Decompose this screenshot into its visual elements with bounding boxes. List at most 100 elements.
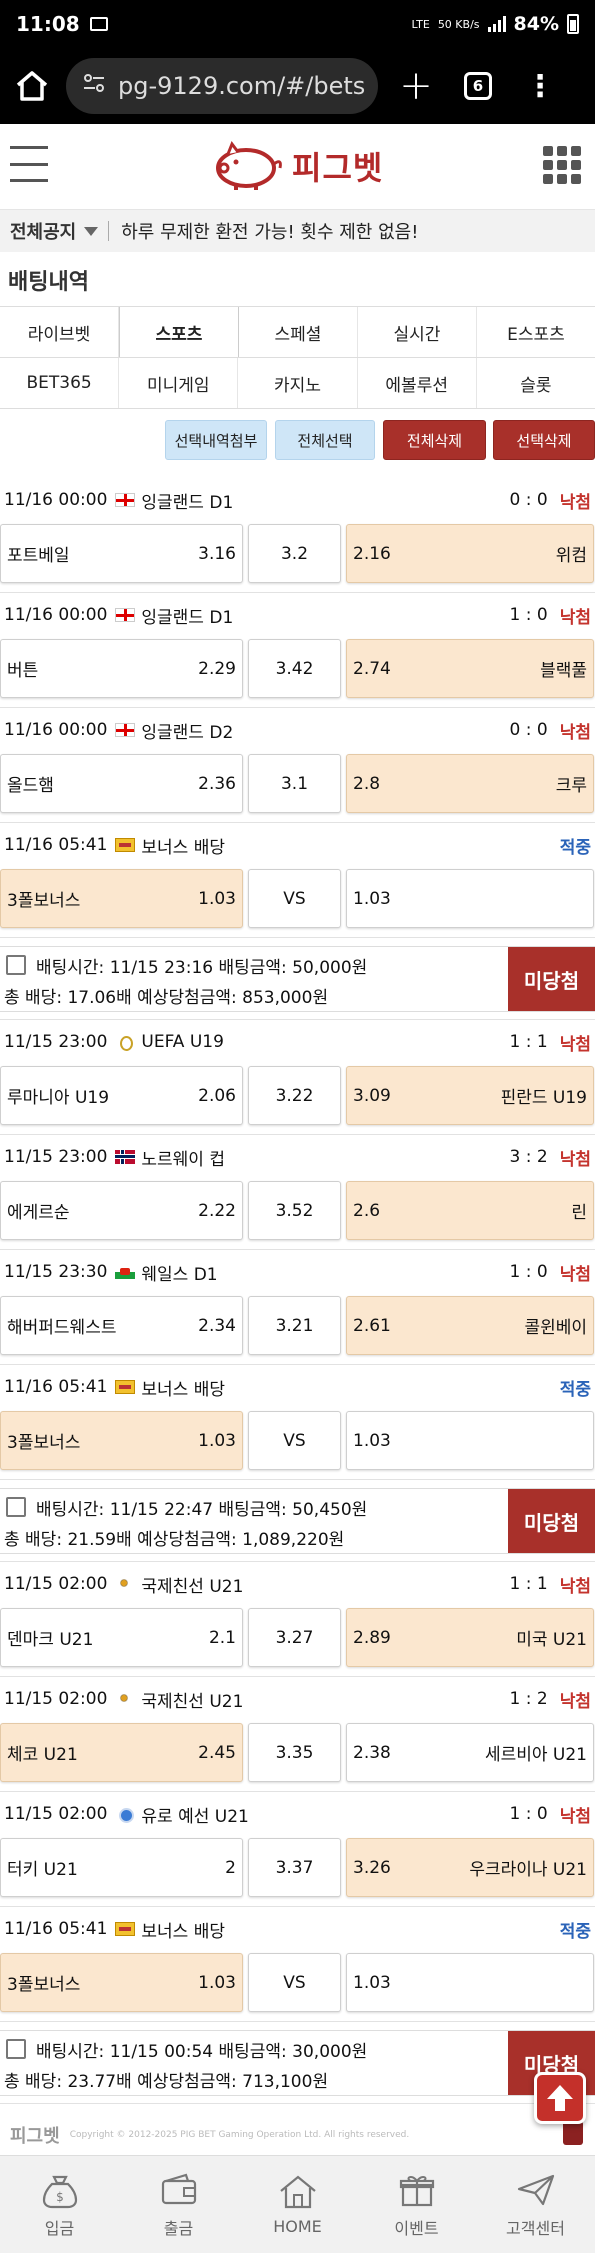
home-odd: 1.03	[198, 888, 236, 909]
site-logo[interactable]: 피그벳	[206, 138, 383, 194]
delete-all-button[interactable]: 전체삭제	[383, 420, 486, 460]
draw-odds-cell[interactable]: 3.1	[248, 754, 341, 813]
row-divider	[0, 2014, 595, 2022]
draw-odds-cell[interactable]: 3.52	[248, 1181, 341, 1240]
tab-live-bet[interactable]: 라이브벳	[0, 307, 119, 357]
hamburger-menu-icon[interactable]	[10, 146, 48, 182]
away-team: 미국 U21	[516, 1630, 587, 1650]
home-team: 3폴보너스	[7, 1433, 81, 1453]
away-odds-cell[interactable]: 세르비아 U21 2.38	[346, 1723, 594, 1782]
row-divider	[0, 1899, 595, 1907]
away-odds-cell[interactable]: 우크라이나 U21 3.26	[346, 1838, 594, 1897]
draw-odds-cell[interactable]: 3.21	[248, 1296, 341, 1355]
away-odds-cell[interactable]: 콜윈베이 2.61	[346, 1296, 594, 1355]
home-odds-cell[interactable]: 에게르순 2.22	[0, 1181, 243, 1240]
home-odds-cell[interactable]: 포트베일 3.16	[0, 524, 243, 583]
notice-bar[interactable]: 전체공지 하루 무제한 환전 가능! 횟수 제한 없음!	[0, 210, 595, 252]
home-odds-cell[interactable]: 해버퍼드웨스트 2.34	[0, 1296, 243, 1355]
tab-realtime[interactable]: 실시간	[358, 307, 477, 357]
bonus-icon	[115, 1922, 136, 1936]
away-odds-cell[interactable]: 1.03	[346, 869, 594, 928]
site-header: 피그벳	[0, 124, 595, 210]
site-settings-icon[interactable]	[82, 72, 106, 100]
result-badge: 낙첨	[559, 1149, 591, 1170]
intl-friendly-icon	[115, 1692, 136, 1706]
scroll-to-top-button[interactable]	[534, 2072, 586, 2124]
away-odds-cell[interactable]: 미국 U21 2.89	[346, 1608, 594, 1667]
nav-support[interactable]: 고객센터	[476, 2156, 595, 2253]
home-odds-cell[interactable]: 체코 U21 2.45	[0, 1723, 243, 1782]
home-odds-cell[interactable]: 3폴보너스 1.03	[0, 1411, 243, 1470]
svg-text:$: $	[56, 2190, 64, 2204]
nav-deposit[interactable]: $ 입금	[0, 2156, 119, 2253]
away-odd: 2.8	[353, 773, 381, 794]
odds-row: 루마니아 U19 2.06 3.22 핀란드 U19 3.09	[0, 1064, 595, 1127]
away-odds-cell[interactable]: 핀란드 U19 3.09	[346, 1066, 594, 1125]
bet-amount: 배팅금액: 50,000원	[218, 958, 368, 978]
new-tab-button[interactable]: +	[392, 66, 440, 106]
home-odds-cell[interactable]: 올드햄 2.36	[0, 754, 243, 813]
nav-withdraw[interactable]: 출금	[119, 2156, 238, 2253]
home-odds-cell[interactable]: 3폴보너스 1.03	[0, 1953, 243, 2012]
nav-support-label: 고객센터	[506, 2218, 565, 2238]
slip-status-badge: 미당첨	[508, 947, 595, 1011]
bet-amount: 배팅금액: 50,450원	[218, 1500, 368, 1520]
home-odds-cell[interactable]: 덴마크 U21 2.1	[0, 1608, 243, 1667]
home-team: 3폴보너스	[7, 891, 81, 911]
draw-odds-cell[interactable]: VS	[248, 1953, 341, 2012]
away-odds-cell[interactable]: 크루 2.8	[346, 754, 594, 813]
slip-checkbox[interactable]	[6, 955, 26, 975]
home-odds-cell[interactable]: 버튼 2.29	[0, 639, 243, 698]
tab-slot[interactable]: 슬롯	[477, 358, 595, 408]
home-odd: 2.06	[198, 1085, 236, 1106]
league-name: 웨일스 D1	[141, 1264, 218, 1285]
away-odds-cell[interactable]: 1.03	[346, 1953, 594, 2012]
caret-down-icon[interactable]	[84, 226, 99, 236]
chat-icon[interactable]	[563, 2121, 583, 2145]
home-odd: 2.34	[198, 1315, 236, 1336]
away-odd: 2.61	[353, 1315, 391, 1336]
away-odds-cell[interactable]: 1.03	[346, 1411, 594, 1470]
tab-sports[interactable]: 스포츠	[119, 307, 239, 357]
tab-bet365[interactable]: BET365	[0, 358, 120, 408]
draw-odds-cell[interactable]: 3.22	[248, 1066, 341, 1125]
draw-odds-cell[interactable]: 3.37	[248, 1838, 341, 1897]
uefa-icon	[115, 1035, 136, 1051]
tab-minigame[interactable]: 미니게임	[119, 358, 239, 408]
away-odds-cell[interactable]: 블랙풀 2.74	[346, 639, 594, 698]
tab-casino[interactable]: 카지노	[238, 358, 358, 408]
draw-odds-cell[interactable]: 3.35	[248, 1723, 341, 1782]
home-icon[interactable]	[12, 66, 52, 106]
tab-evolution[interactable]: 에볼루션	[358, 358, 477, 408]
slip-checkbox[interactable]	[6, 2039, 26, 2059]
address-bar[interactable]: pg-9129.com/#/bets	[66, 58, 378, 114]
attach-selected-button[interactable]: 선택내역첨부	[165, 420, 267, 460]
slip-checkbox[interactable]	[6, 1497, 26, 1517]
nav-home[interactable]: HOME	[238, 2156, 357, 2253]
tab-switcher-button[interactable]: 6	[464, 72, 492, 100]
apps-grid-icon[interactable]	[543, 146, 581, 184]
select-all-button[interactable]: 전체선택	[275, 420, 375, 460]
tab-esports[interactable]: E스포츠	[477, 307, 595, 357]
away-odds-cell[interactable]: 린 2.6	[346, 1181, 594, 1240]
league-name: 노르웨이 컵	[141, 1149, 225, 1170]
action-bar: 선택내역첨부 전체선택 전체삭제 선택삭제	[0, 420, 595, 462]
home-odds-cell[interactable]: 터키 U21 2	[0, 1838, 243, 1897]
draw-odds-cell[interactable]: VS	[248, 869, 341, 928]
draw-odds-cell[interactable]: 3.27	[248, 1608, 341, 1667]
home-odds-cell[interactable]: 3폴보너스 1.03	[0, 869, 243, 928]
away-odd: 2.16	[353, 543, 391, 564]
away-odd: 2.89	[353, 1627, 391, 1648]
draw-odds-cell[interactable]: 3.42	[248, 639, 341, 698]
away-odds-cell[interactable]: 위컴 2.16	[346, 524, 594, 583]
nav-event[interactable]: 이벤트	[357, 2156, 476, 2253]
delete-selected-button[interactable]: 선택삭제	[493, 420, 595, 460]
tab-special[interactable]: 스페셜	[239, 307, 358, 357]
browser-menu-button[interactable]: ⋮	[520, 69, 560, 104]
draw-odds-cell[interactable]: 3.2	[248, 524, 341, 583]
url-text: pg-9129.com/#/bets	[118, 72, 366, 100]
draw-odds-cell[interactable]: VS	[248, 1411, 341, 1470]
home-odds-cell[interactable]: 루마니아 U19 2.06	[0, 1066, 243, 1125]
clock: 11:08	[16, 12, 80, 36]
footer-logo: 피그벳	[10, 2126, 60, 2147]
